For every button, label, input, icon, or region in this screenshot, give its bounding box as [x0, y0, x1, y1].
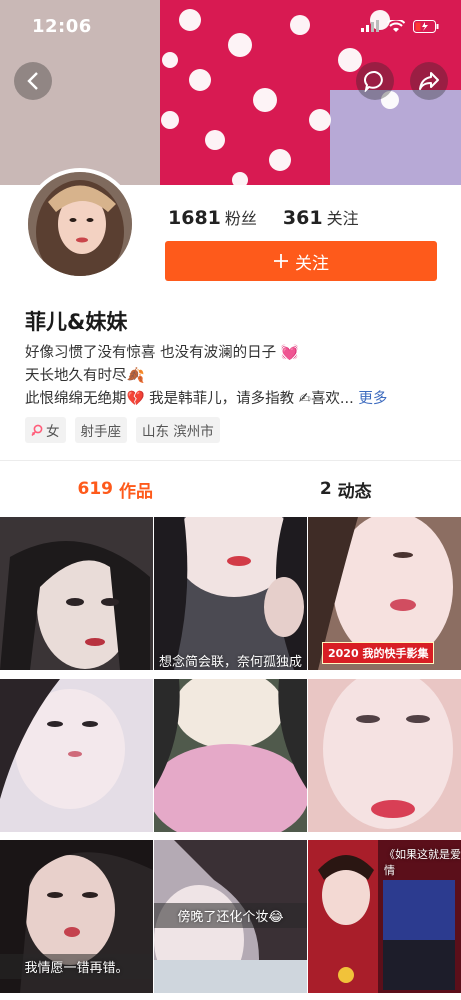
zodiac-tag: 射手座 [74, 417, 127, 443]
profile-stats: 1681 粉丝 361 关注 [168, 205, 359, 229]
video-thumbnail[interactable]: 想念简会联，奈何孤独成 [154, 517, 307, 670]
video-grid: 想念简会联，奈何孤独成 2020 我的快手影集 我情愿一错再错。 傍晚了还化个妆… [0, 517, 461, 1000]
broken-heart-emoji-icon: 💔 [126, 391, 145, 407]
message-button[interactable] [356, 62, 394, 100]
fans-label: 粉丝 [224, 209, 257, 228]
video-caption: 想念简会联，奈何孤独成 [158, 655, 302, 670]
video-thumbnail-image [0, 517, 153, 670]
video-thumbnail-image [154, 678, 307, 832]
fans-count: 1681 [168, 207, 221, 229]
avatar-photo [28, 172, 132, 276]
back-button[interactable] [14, 62, 52, 100]
video-thumbnail[interactable] [154, 678, 307, 832]
profile-tags: 女 射手座 山东 滨州市 [25, 417, 220, 443]
bio-more-link[interactable]: 更多 [358, 391, 387, 407]
bio-line-1: 好像习惯了没有惊喜 也没有波澜的日子 [25, 345, 277, 361]
tab-works-count: 619 [77, 479, 114, 499]
video-thumbnail-image [154, 517, 307, 670]
wifi-icon [387, 19, 405, 32]
tab-moments-label: 动态 [337, 481, 372, 502]
video-thumbnail-image [0, 678, 153, 832]
video-thumbnail[interactable]: 《如果这就是爱情 [308, 840, 461, 994]
content-tabs: 619 作品 2 动态 [0, 461, 461, 517]
video-thumbnail[interactable]: 2020 我的快手影集 [308, 517, 461, 670]
status-bar: 12:06 [0, 0, 461, 52]
battery-charging-icon [413, 19, 439, 33]
video-thumbnail[interactable] [0, 678, 153, 832]
video-thumbnail[interactable] [0, 517, 153, 670]
fans-stat[interactable]: 1681 粉丝 [168, 205, 257, 229]
plus-icon [274, 254, 288, 268]
chevron-left-icon [27, 72, 38, 90]
video-thumbnail[interactable]: 傍晚了还化个妆😂 [154, 840, 307, 994]
video-thumbnail[interactable] [308, 678, 461, 832]
video-caption: 傍晚了还化个妆😂 [154, 903, 307, 929]
video-caption: 《如果这就是爱情 [384, 848, 461, 878]
status-time: 12:06 [32, 15, 92, 37]
cover-image: 12:06 [0, 0, 461, 185]
bio-line-2: 天长地久有时尽 [25, 368, 127, 384]
gender-tag: 女 [25, 417, 66, 443]
tab-moments-count: 2 [319, 479, 332, 499]
tab-works-label: 作品 [119, 481, 153, 502]
location-tag: 山东 滨州市 [136, 417, 220, 443]
writing-hand-emoji-icon: ✍ [298, 391, 311, 407]
following-count: 361 [282, 207, 323, 229]
follow-button-label: 关注 [295, 253, 329, 274]
signal-icon [361, 20, 379, 32]
tab-moments[interactable]: 2 动态 [231, 461, 461, 517]
bio-line-3c: 喜欢... [310, 391, 354, 407]
female-symbol-icon [31, 424, 43, 436]
tab-works[interactable]: 619 作品 [0, 461, 231, 517]
following-stat[interactable]: 361 关注 [283, 205, 359, 229]
video-thumbnail[interactable]: 我情愿一错再错。 [0, 840, 153, 994]
profile-name: 菲儿&妹妹 [25, 310, 128, 334]
bio-line-3b: 我是韩菲儿，请多指教 [149, 391, 295, 407]
bio-line-3a: 此恨绵绵无绝期 [25, 391, 127, 407]
video-caption: 我情愿一错再错。 [0, 954, 153, 980]
gender-tag-label: 女 [46, 424, 60, 440]
avatar[interactable] [24, 168, 136, 280]
chat-bubble-icon [364, 70, 383, 92]
following-label: 关注 [326, 209, 359, 228]
follow-button[interactable]: 关注 [165, 241, 437, 281]
share-arrow-icon [419, 72, 439, 90]
video-badge: 2020 我的快手影集 [322, 642, 435, 664]
heart-emoji-icon: 💓 [280, 345, 299, 361]
leaf-emoji-icon: 🍂 [126, 368, 145, 384]
video-thumbnail-image [308, 678, 461, 832]
share-button[interactable] [410, 62, 448, 100]
profile-bio: 好像习惯了没有惊喜 也没有波澜的日子 💓 天长地久有时尽🍂 此恨绵绵无绝期💔 我… [25, 342, 387, 411]
